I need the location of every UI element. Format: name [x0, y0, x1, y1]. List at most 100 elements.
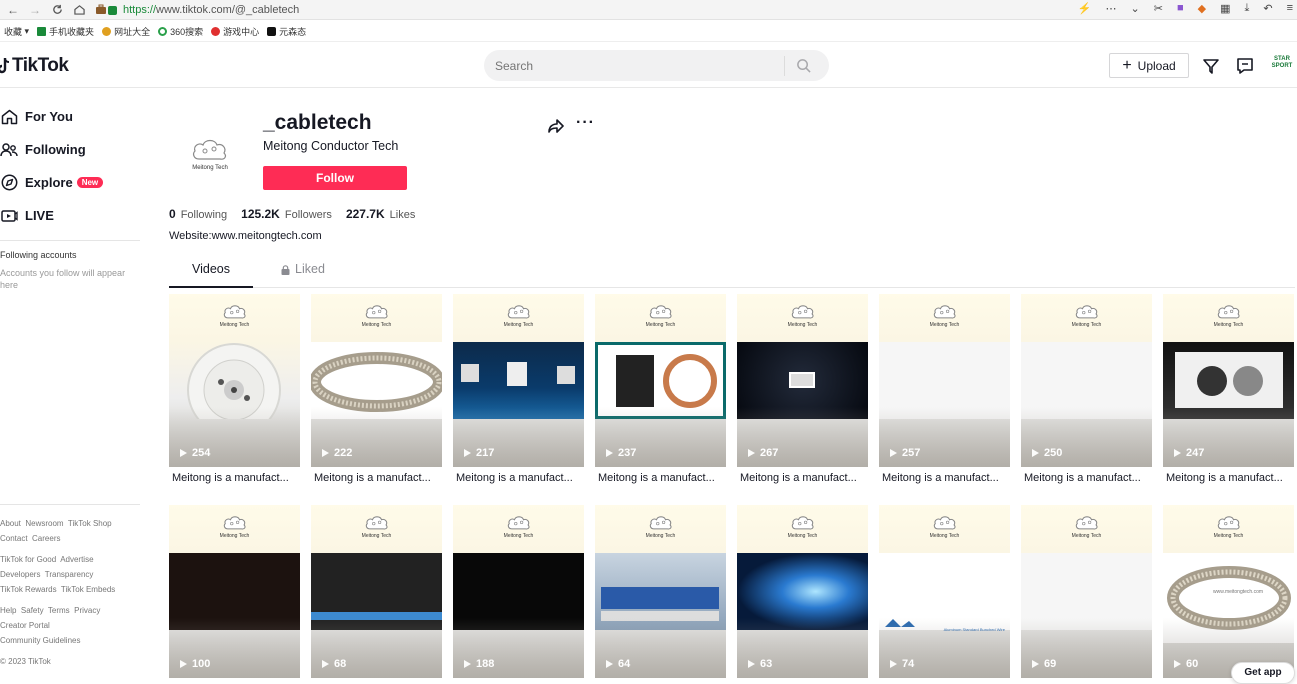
video-thumbnail[interactable]: Meitong Tech 188 [453, 505, 584, 678]
footer-link-careers[interactable]: Careers [32, 534, 60, 543]
video-card[interactable]: Meitong Tech 188 [453, 505, 584, 683]
tiktok-logo[interactable]: TikTok [0, 55, 69, 77]
sidebar-item-live[interactable]: LIVE [0, 199, 140, 232]
video-thumbnail[interactable]: Meitong Tech www.meitongtech.com 60 [1163, 505, 1294, 678]
video-thumbnail[interactable]: Meitong Tech www.meitongtech.com 222 [311, 294, 442, 467]
user-avatar[interactable]: STAR SPORT [1271, 56, 1293, 74]
game-icon[interactable]: ◆ [1198, 2, 1206, 15]
footer-link-embeds[interactable]: TikTok Embeds [61, 585, 115, 594]
video-thumbnail[interactable]: Meitong Tech 254 [169, 294, 300, 467]
video-card[interactable]: Meitong Tech 69 [1021, 505, 1152, 683]
video-thumbnail[interactable]: Meitong Tech 69 [1021, 505, 1152, 678]
footer-link-transparency[interactable]: Transparency [45, 570, 94, 579]
grid-icon[interactable]: ▦ [1220, 2, 1230, 15]
tab-videos[interactable]: Videos [169, 262, 253, 288]
video-thumbnail[interactable]: Meitong Tech 257 [879, 294, 1010, 467]
inbox-filter-icon[interactable] [1202, 57, 1220, 75]
footer-link-tiktok-for-good[interactable]: TikTok for Good [0, 555, 56, 564]
video-caption[interactable]: Meitong is a manufact... [169, 472, 300, 484]
video-thumbnail[interactable]: Meitong TechAluminum Standard Bunched Wi… [879, 505, 1010, 678]
view-count: 267 [748, 447, 778, 459]
footer-link-developers[interactable]: Developers [0, 570, 40, 579]
download-icon[interactable]: ⤓ [1244, 2, 1249, 15]
profile-website[interactable]: Website:www.meitongtech.com [169, 230, 322, 242]
video-thumbnail[interactable]: Meitong Tech 267 [737, 294, 868, 467]
video-thumbnail[interactable]: Meitong Tech 63 [737, 505, 868, 678]
video-card[interactable]: Meitong Tech 254 Meitong is a manufact... [169, 294, 300, 484]
footer-link-safety[interactable]: Safety [21, 606, 44, 615]
video-thumbnail[interactable]: Meitong Tech 68 [311, 505, 442, 678]
upload-button[interactable]: + Upload [1109, 53, 1189, 78]
chevron-down-icon[interactable]: ⌄ [1131, 2, 1140, 15]
reload-icon[interactable] [48, 1, 66, 19]
video-caption[interactable]: Meitong is a manufact... [311, 472, 442, 484]
video-thumbnail[interactable]: Meitong Tech 217 [453, 294, 584, 467]
video-thumbnail[interactable]: Meitong Tech 100 [169, 505, 300, 678]
video-card[interactable]: Meitong Tech 257 Meitong is a manufact... [879, 294, 1010, 484]
forward-arrow-icon[interactable]: → [26, 1, 44, 19]
bookmark-favorites[interactable]: 收藏 ▾ [4, 25, 29, 38]
more-options-icon[interactable]: ··· [576, 114, 595, 132]
video-thumbnail[interactable]: Meitong Tech 247 [1163, 294, 1294, 467]
video-thumbnail[interactable]: Meitong Tech 237 [595, 294, 726, 467]
get-app-button[interactable]: Get app [1231, 662, 1295, 684]
more-dots-icon[interactable]: ⋯ [1106, 2, 1117, 15]
footer-link-creator-portal[interactable]: Creator Portal [0, 621, 50, 630]
bookmark-tiktok[interactable]: 元森态 [267, 25, 306, 38]
footer-link-terms[interactable]: Terms [48, 606, 70, 615]
footer-link-help[interactable]: Help [0, 606, 16, 615]
video-card[interactable]: Meitong Tech 217 Meitong is a manufact... [453, 294, 584, 484]
share-icon[interactable] [547, 117, 565, 135]
bookmark-directory[interactable]: 网址大全 [102, 25, 150, 38]
video-card[interactable]: Meitong Tech 68 [311, 505, 442, 683]
video-card[interactable]: Meitong Tech www.meitongtech.com 222 Meiton… [311, 294, 442, 484]
follow-button[interactable]: Follow [263, 166, 407, 190]
home-browser-icon[interactable] [70, 1, 88, 19]
address-bar[interactable]: https:// www.tiktok.com/@_cabletech [108, 2, 1058, 18]
footer-link-rewards[interactable]: TikTok Rewards [0, 585, 57, 594]
followers-count[interactable]: 125.2K [241, 207, 280, 221]
search-button[interactable] [785, 50, 821, 81]
video-card[interactable]: Meitong Tech 63 [737, 505, 868, 683]
video-card[interactable]: Meitong Tech 247 Meitong is a manufact... [1163, 294, 1294, 484]
video-card[interactable]: Meitong Tech 267 Meitong is a manufact... [737, 294, 868, 484]
video-caption[interactable]: Meitong is a manufact... [595, 472, 726, 484]
video-card[interactable]: Meitong Tech 237 Meitong is a manufact... [595, 294, 726, 484]
menu-icon[interactable]: ≡ [1287, 2, 1293, 15]
view-count-value: 188 [476, 658, 495, 670]
lightning-icon[interactable]: ⚡ [1078, 2, 1092, 15]
footer-link-advertise[interactable]: Advertise [60, 555, 93, 564]
video-card[interactable]: Meitong TechAluminum Standard Bunched Wi… [879, 505, 1010, 683]
video-card[interactable]: Meitong Tech 100 [169, 505, 300, 683]
sidebar-item-for-you[interactable]: For You [0, 100, 140, 133]
message-icon[interactable] [1236, 57, 1254, 75]
search-input[interactable] [484, 58, 784, 73]
sidebar-item-following[interactable]: Following [0, 133, 140, 166]
extension-icon[interactable]: ■ [1177, 2, 1184, 15]
footer-link-contact[interactable]: Contact [0, 534, 28, 543]
video-thumbnail[interactable]: Meitong Tech 64 [595, 505, 726, 678]
video-caption[interactable]: Meitong is a manufact... [1163, 472, 1294, 484]
video-thumbnail[interactable]: Meitong Tech 250 [1021, 294, 1152, 467]
bookmark-games[interactable]: 游戏中心 [211, 25, 259, 38]
video-caption[interactable]: Meitong is a manufact... [879, 472, 1010, 484]
video-caption[interactable]: Meitong is a manufact... [1021, 472, 1152, 484]
video-caption[interactable]: Meitong is a manufact... [453, 472, 584, 484]
tab-liked[interactable]: Liked [273, 262, 333, 288]
undo-icon[interactable]: ↶ [1263, 2, 1272, 15]
sidebar-item-explore[interactable]: Explore New [0, 166, 140, 199]
scissors-icon[interactable]: ✂ [1154, 2, 1163, 15]
video-caption[interactable]: Meitong is a manufact... [737, 472, 868, 484]
footer-link-privacy[interactable]: Privacy [74, 606, 100, 615]
bookmark-search[interactable]: 360搜索 [158, 25, 203, 38]
video-card[interactable]: Meitong Tech 64 [595, 505, 726, 683]
following-count[interactable]: 0 [169, 207, 176, 221]
footer-link-tiktok-shop[interactable]: TikTok Shop [68, 519, 112, 528]
video-card[interactable]: Meitong Tech 250 Meitong is a manufact... [1021, 294, 1152, 484]
footer-link-newsroom[interactable]: Newsroom [25, 519, 63, 528]
bookmark-mobile[interactable]: 手机收藏夹 [37, 25, 94, 38]
back-arrow-icon[interactable]: ← [4, 1, 22, 19]
footer-link-about[interactable]: About [0, 519, 21, 528]
footer-link-community-guidelines[interactable]: Community Guidelines [0, 636, 80, 645]
video-card[interactable]: Meitong Tech www.meitongtech.com 60 [1163, 505, 1294, 683]
